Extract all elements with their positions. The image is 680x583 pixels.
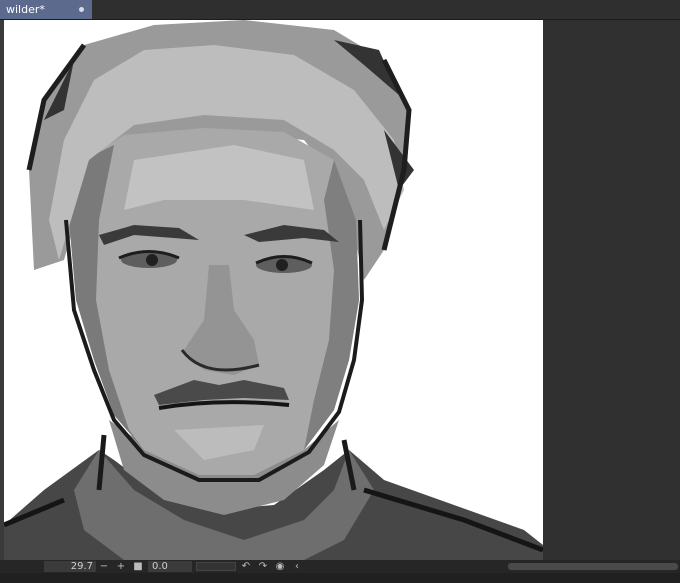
right-pupil	[276, 259, 288, 271]
rotation-angle-field[interactable]: 0.0	[148, 561, 192, 572]
rotation-angle-value: 0.0	[152, 561, 168, 572]
rotation-slider[interactable]	[196, 562, 236, 571]
rotate-left-icon[interactable]: ↶	[240, 560, 252, 573]
right-dock-panel	[543, 20, 680, 560]
document-tab-title: wilder*	[6, 3, 45, 16]
zoom-in-button[interactable]: +	[115, 560, 127, 573]
reset-rotation-icon[interactable]: ◉	[274, 560, 286, 573]
document-tab-bar: wilder*	[0, 0, 680, 20]
canvas-status-bar: 29.7 − + ■ 0.0 ↶ ↷ ◉ ‹	[0, 560, 680, 573]
drawing-canvas[interactable]	[4, 20, 543, 560]
flip-icon[interactable]: ‹	[291, 560, 303, 573]
document-tab[interactable]: wilder*	[0, 0, 92, 19]
bottom-strip	[0, 573, 680, 583]
zoom-out-button[interactable]: −	[98, 560, 110, 573]
portrait-artwork	[4, 20, 543, 560]
close-dot-icon[interactable]	[79, 7, 84, 12]
zoom-level-field[interactable]: 29.7	[44, 561, 96, 572]
left-pupil	[146, 254, 158, 266]
zoom-level-value: 29.7	[70, 561, 93, 572]
stop-icon[interactable]: ■	[132, 560, 144, 573]
rotate-right-icon[interactable]: ↷	[257, 560, 269, 573]
horizontal-scrollbar[interactable]	[508, 563, 678, 570]
